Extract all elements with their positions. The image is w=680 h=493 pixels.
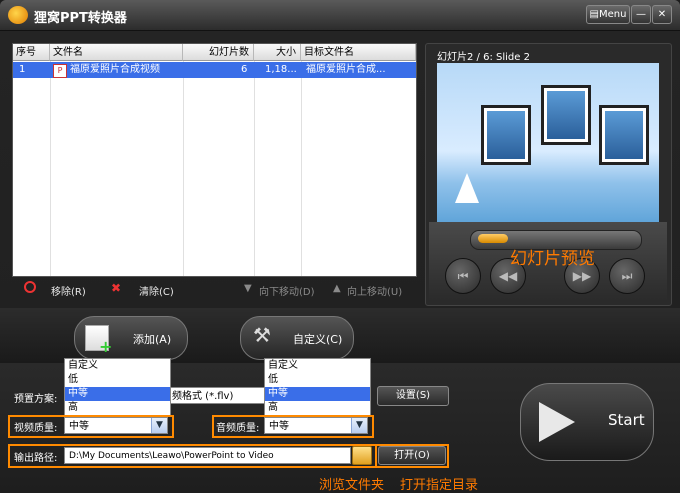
open-dir-annotation: 打开指定目录 bbox=[400, 478, 479, 493]
file-table[interactable]: 序号 文件名 幻灯片数 大小 目标文件名 1 P 福原爱照片合成视频 6 1,1… bbox=[12, 43, 417, 277]
app-logo-icon bbox=[8, 6, 28, 24]
arrow-right-icon bbox=[539, 402, 575, 442]
preview-slide-title: 幻灯片2 / 6: Slide 2 bbox=[437, 52, 530, 63]
row-slides: 6 bbox=[241, 64, 248, 75]
video-quality-label: 视频质量: bbox=[14, 423, 58, 434]
video-quality-select[interactable]: 中等 ▼ bbox=[64, 417, 168, 434]
add-button-label: 添加(A) bbox=[133, 333, 172, 346]
preset-value-text: 频格式 (*.flv) bbox=[172, 391, 234, 402]
video-quality-option[interactable]: 低 bbox=[65, 373, 170, 387]
table-row[interactable]: 1 P 福原爱照片合成视频 6 1,18... 福原爱照片合成... bbox=[13, 62, 416, 78]
move-down-button[interactable]: 向下移动(D) bbox=[259, 283, 315, 298]
column-divider bbox=[301, 61, 302, 276]
row-index: 1 bbox=[19, 64, 26, 75]
clear-button[interactable]: 清除(C) bbox=[139, 283, 174, 298]
slide-photo bbox=[481, 105, 531, 165]
audio-quality-option[interactable]: 中等 bbox=[265, 387, 370, 401]
last-slide-button[interactable]: ⏭ bbox=[609, 258, 645, 294]
column-divider bbox=[50, 61, 51, 276]
audio-quality-label: 音频质量: bbox=[216, 423, 260, 434]
minimize-button[interactable]: — bbox=[631, 5, 651, 24]
settings-button[interactable]: 设置(S) bbox=[377, 386, 449, 406]
move-down-icon: ▼ bbox=[244, 283, 252, 294]
first-slide-button[interactable]: ⏮ bbox=[445, 258, 481, 294]
column-header-slides[interactable]: 幻灯片数 bbox=[183, 44, 254, 61]
video-quality-option[interactable]: 自定义 bbox=[65, 359, 170, 373]
clear-icon[interactable]: ✖ bbox=[111, 281, 121, 295]
app-window: 狸窝PPT转换器 ▤Menu — ✕ 序号 文件名 幻灯片数 大小 目标文件名 … bbox=[0, 0, 680, 493]
close-button[interactable]: ✕ bbox=[652, 5, 672, 24]
app-title: 狸窝PPT转换器 bbox=[34, 11, 127, 26]
tools-icon: ⚒ bbox=[253, 323, 271, 347]
preview-annotation: 幻灯片预览 bbox=[510, 249, 595, 269]
ppt-file-icon: P bbox=[53, 64, 67, 78]
slide-photo bbox=[599, 105, 649, 165]
column-header-filename[interactable]: 文件名 bbox=[50, 44, 183, 61]
start-button-label: Start bbox=[608, 411, 645, 429]
video-quality-value: 中等 bbox=[69, 421, 89, 432]
fast-forward-icon: ▶▶ bbox=[572, 269, 592, 283]
column-divider bbox=[183, 61, 184, 276]
custom-button[interactable]: ⚒ 自定义(C) bbox=[240, 316, 354, 360]
audio-quality-select[interactable]: 中等 ▼ bbox=[264, 417, 368, 434]
row-target: 福原爱照片合成... bbox=[306, 64, 386, 75]
slider-handle[interactable] bbox=[478, 234, 508, 243]
remove-icon[interactable] bbox=[24, 281, 36, 293]
output-path-label: 输出路径: bbox=[14, 453, 58, 464]
custom-button-label: 自定义(C) bbox=[293, 333, 343, 346]
add-button[interactable]: + 添加(A) bbox=[74, 316, 188, 360]
column-divider bbox=[254, 61, 255, 276]
preset-value-box[interactable]: 频格式 (*.flv) bbox=[168, 387, 273, 404]
column-header-size[interactable]: 大小 bbox=[254, 44, 301, 61]
plus-icon: + bbox=[99, 337, 113, 356]
browse-folder-button[interactable] bbox=[352, 446, 372, 465]
menu-label: Menu bbox=[598, 9, 627, 20]
chevron-down-icon[interactable]: ▼ bbox=[351, 418, 367, 433]
video-quality-option[interactable]: 高 bbox=[65, 401, 170, 415]
open-folder-button[interactable]: 打开(O) bbox=[378, 446, 446, 465]
audio-quality-list[interactable]: 自定义 低 中等 高 bbox=[264, 358, 371, 417]
output-path-input[interactable]: D:\My Documents\Leawo\PowerPoint to Vide… bbox=[64, 447, 351, 464]
slide-preview-image bbox=[437, 63, 659, 223]
video-quality-option[interactable]: 中等 bbox=[65, 387, 170, 401]
menu-icon: ▤ bbox=[589, 9, 599, 20]
last-icon: ⏭ bbox=[621, 269, 633, 283]
move-up-button[interactable]: 向上移动(U) bbox=[347, 283, 402, 298]
sailboat-image bbox=[455, 173, 479, 203]
audio-quality-value: 中等 bbox=[269, 421, 289, 432]
audio-quality-option[interactable]: 低 bbox=[265, 373, 370, 387]
column-header-target[interactable]: 目标文件名 bbox=[301, 44, 416, 61]
move-up-icon: ▲ bbox=[333, 283, 341, 294]
browse-annotation: 浏览文件夹 bbox=[319, 478, 385, 493]
menu-button[interactable]: ▤Menu bbox=[586, 5, 630, 24]
preset-label: 预置方案: bbox=[14, 394, 58, 405]
row-size: 1,18... bbox=[265, 64, 297, 75]
audio-quality-option[interactable]: 自定义 bbox=[265, 359, 370, 373]
column-header-index[interactable]: 序号 bbox=[13, 44, 50, 61]
chevron-down-icon[interactable]: ▼ bbox=[151, 418, 167, 433]
video-quality-list[interactable]: 自定义 低 中等 高 bbox=[64, 358, 171, 417]
slide-photo bbox=[541, 85, 591, 145]
rewind-icon: ◀◀ bbox=[498, 269, 518, 283]
first-icon: ⏮ bbox=[457, 269, 469, 283]
audio-quality-option[interactable]: 高 bbox=[265, 401, 370, 415]
row-filename: 福原爱照片合成视频 bbox=[70, 64, 160, 75]
remove-button[interactable]: 移除(R) bbox=[51, 283, 86, 298]
